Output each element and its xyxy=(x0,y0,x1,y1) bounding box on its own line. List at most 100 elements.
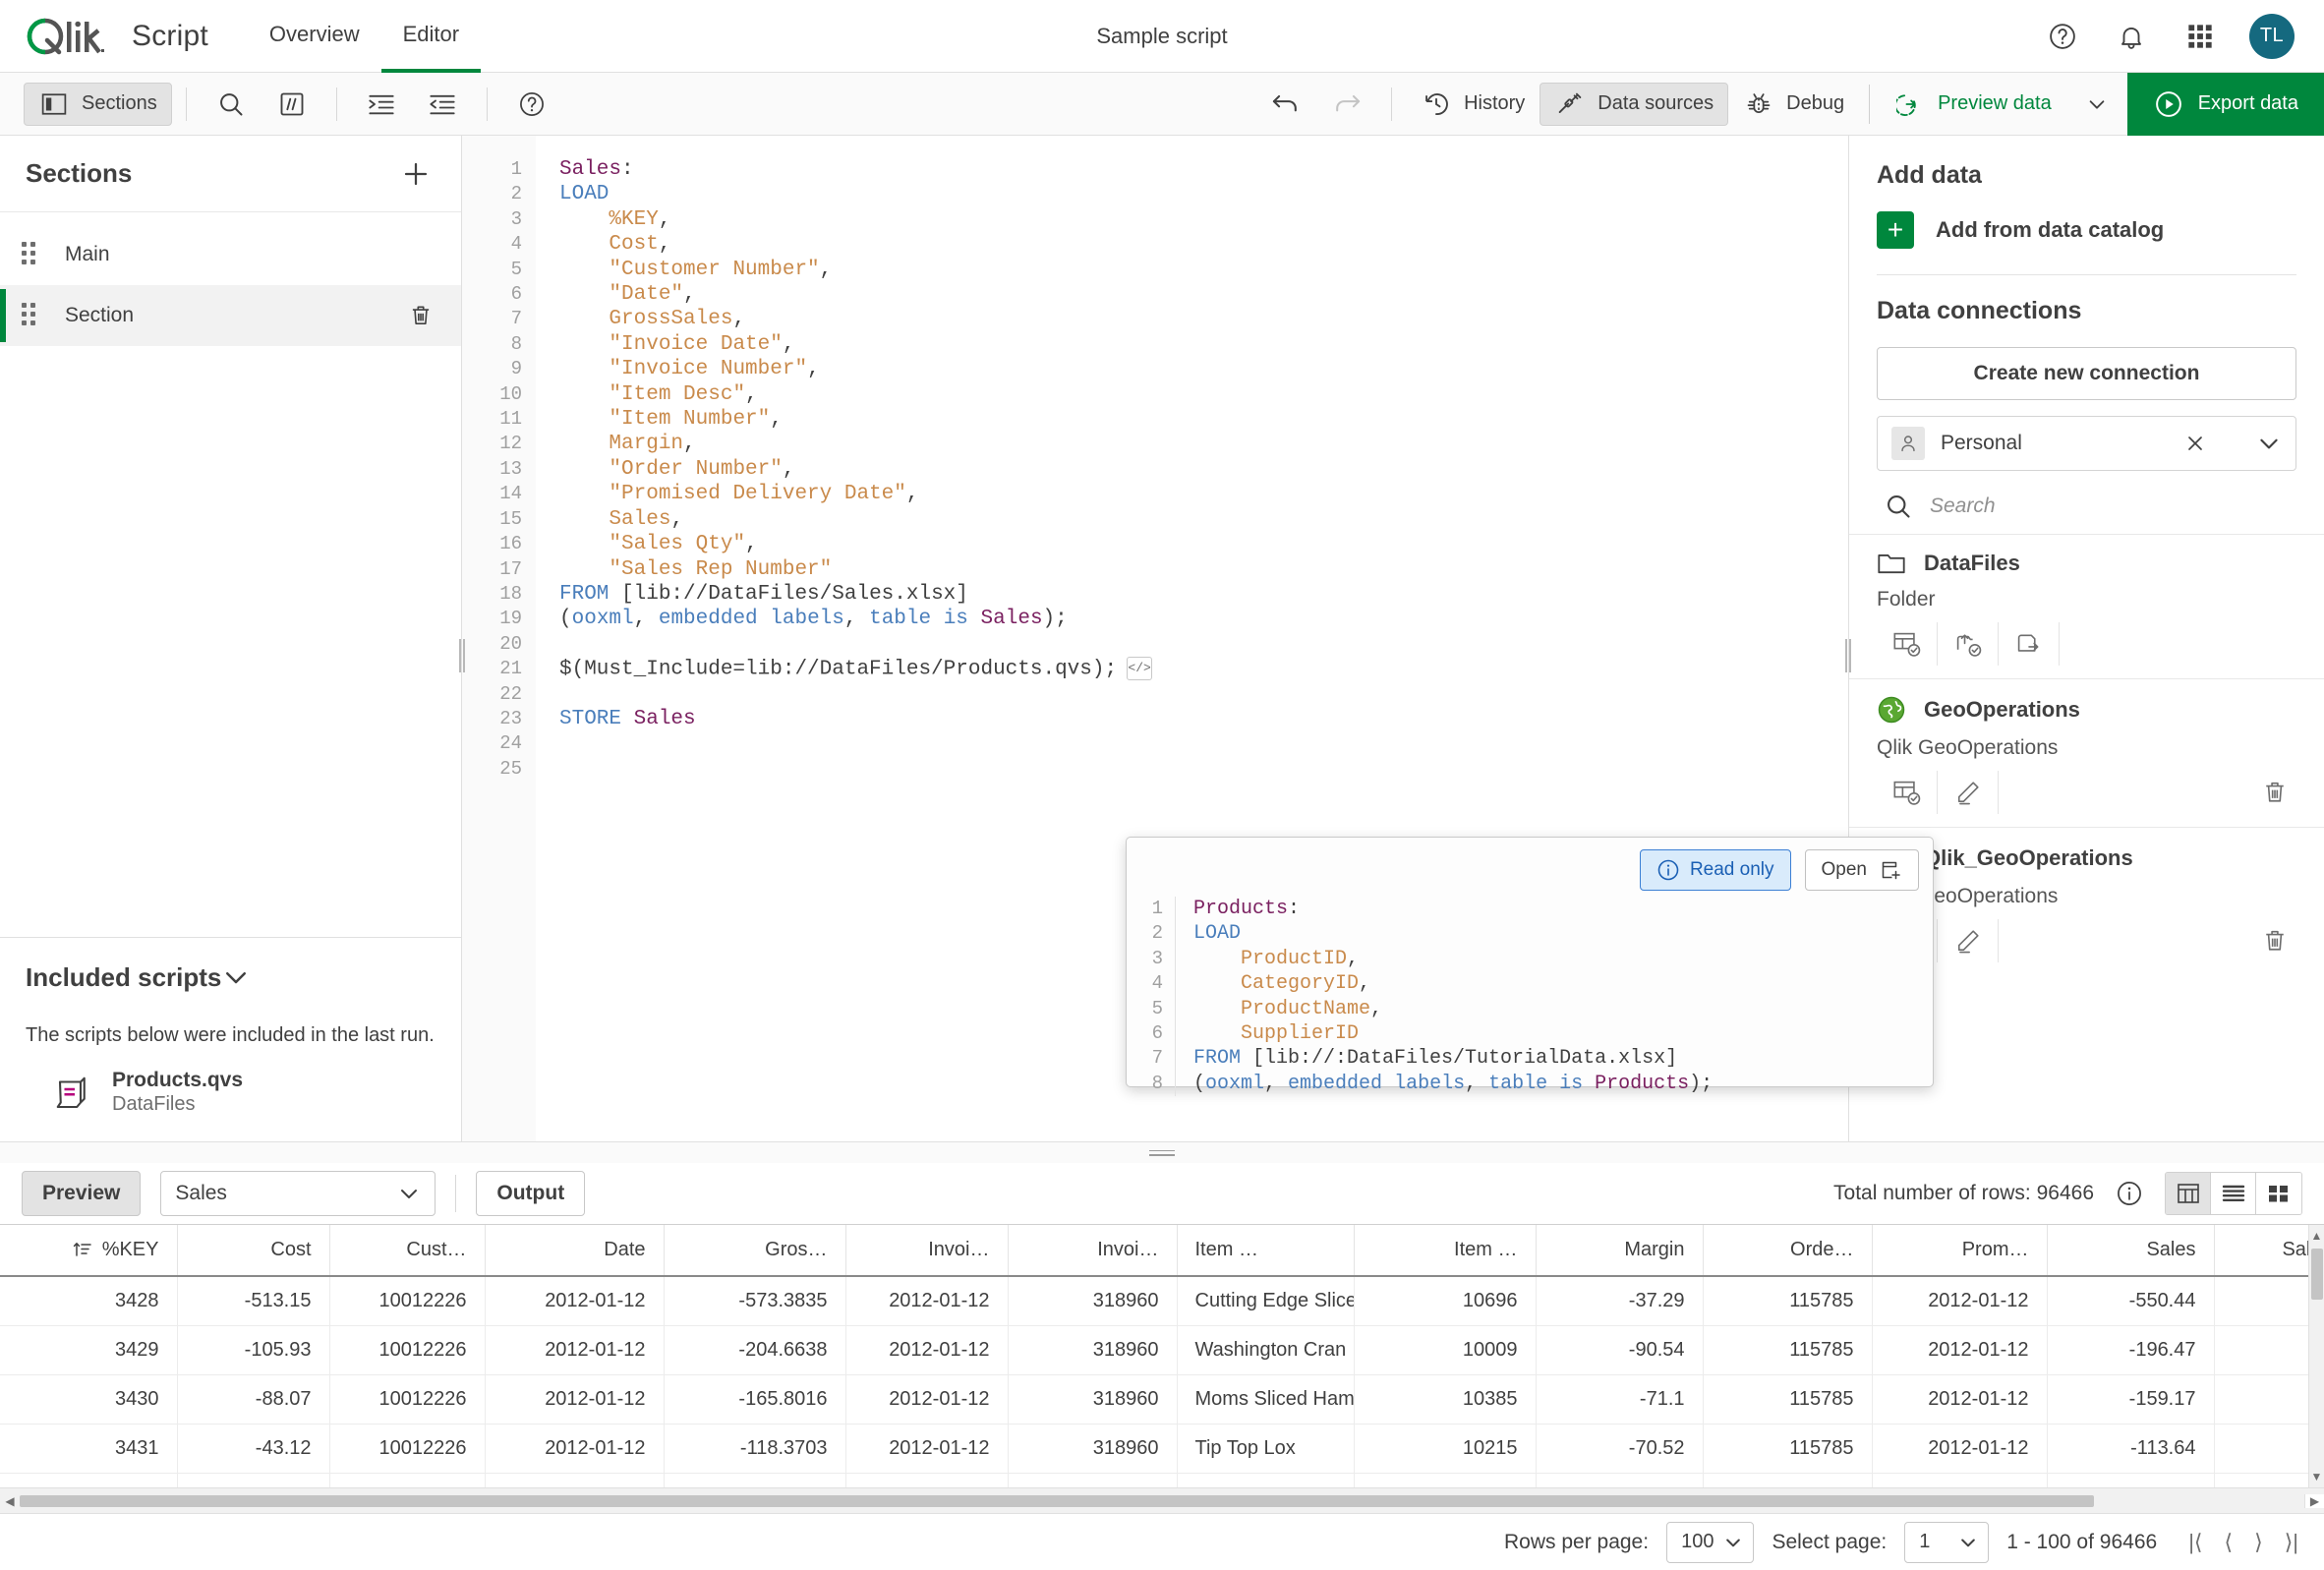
help-icon[interactable] xyxy=(2043,17,2082,56)
included-scripts-header[interactable]: Included scripts xyxy=(0,938,461,1017)
column-header[interactable]: Gros… xyxy=(664,1225,846,1277)
space-selector[interactable]: Personal xyxy=(1877,416,2296,471)
edit-icon[interactable] xyxy=(1938,771,1999,814)
connection-search[interactable] xyxy=(1877,493,2296,520)
table-row[interactable]: 3432-37.98100122262012-01-12-102.3319201… xyxy=(0,1473,2324,1487)
script-data-icon[interactable] xyxy=(1999,622,2060,666)
column-header[interactable]: Sales xyxy=(2047,1225,2215,1277)
drag-handle-icon[interactable] xyxy=(22,242,43,267)
search-input[interactable] xyxy=(1930,494,2296,518)
column-header[interactable]: Cust… xyxy=(329,1225,486,1277)
delete-section-icon[interactable] xyxy=(406,301,436,330)
sort-ascending-icon[interactable] xyxy=(73,1239,92,1261)
data-sources-icon xyxy=(1554,88,1586,120)
table-row[interactable]: 3431 -43.12 10012226 2012-01-12 -118.3703 201… xyxy=(0,1424,2324,1474)
sections-toggle-button[interactable]: Sections xyxy=(24,82,172,126)
qlik-logo[interactable] xyxy=(26,17,104,56)
connection-item[interactable]: DataFiles Folder xyxy=(1849,534,2324,678)
select-data-icon[interactable] xyxy=(1877,622,1938,666)
sidebar-item-main[interactable]: Main xyxy=(0,224,461,285)
nav-editor[interactable]: Editor xyxy=(380,0,482,73)
column-header[interactable]: Invoi… xyxy=(1008,1225,1178,1277)
export-data-button[interactable]: Export data xyxy=(2126,72,2324,136)
nav-overview[interactable]: Overview xyxy=(248,0,381,73)
column-header[interactable]: %KEY xyxy=(0,1225,178,1277)
scroll-down-icon[interactable]: ▼ xyxy=(2309,1470,2324,1483)
preview-data-button[interactable]: Preview data xyxy=(1880,83,2066,126)
edit-icon[interactable] xyxy=(1938,919,1999,962)
first-page-icon[interactable]: |⟨ xyxy=(2188,1530,2202,1555)
column-header[interactable]: Prom… xyxy=(1872,1225,2048,1277)
scroll-left-icon[interactable]: ◀ xyxy=(0,1494,20,1508)
left-splitter[interactable] xyxy=(459,638,465,672)
next-page-icon[interactable]: ⟩ xyxy=(2254,1530,2263,1555)
connection-name: DataFiles xyxy=(1924,551,2020,575)
undo-button[interactable] xyxy=(1255,83,1316,126)
connection-item[interactable]: GeoOperations Qlik GeoOperations xyxy=(1849,678,2324,827)
horizontal-scroll-thumb[interactable] xyxy=(20,1494,2094,1507)
chevron-down-icon[interactable] xyxy=(2256,431,2282,456)
prev-page-icon[interactable]: ⟨ xyxy=(2225,1530,2234,1555)
table-row[interactable]: 3430 -88.07 10012226 2012-01-12 -165.8016 201… xyxy=(0,1374,2324,1425)
column-header[interactable]: Cost xyxy=(177,1225,330,1277)
scroll-up-icon[interactable]: ▲ xyxy=(2309,1229,2324,1243)
included-script-item[interactable]: Products.qvs DataFiles xyxy=(26,1069,436,1116)
preview-table-select[interactable]: Sales xyxy=(160,1171,436,1216)
chevron-down-icon[interactable] xyxy=(221,962,251,992)
column-header[interactable]: Orde… xyxy=(1703,1225,1873,1277)
preview-data-dropdown[interactable] xyxy=(2066,83,2127,126)
info-icon[interactable] xyxy=(2110,1174,2149,1213)
redo-button[interactable] xyxy=(1316,83,1377,126)
column-header[interactable]: Margin xyxy=(1536,1225,1704,1277)
upload-data-icon[interactable] xyxy=(1938,622,1999,666)
clear-space-icon[interactable] xyxy=(2183,432,2207,455)
create-new-connection-button[interactable]: Create new connection xyxy=(1877,347,2296,400)
grid-view-icon[interactable] xyxy=(2256,1173,2301,1214)
inline-code-badge[interactable]: </> xyxy=(1127,657,1153,681)
history-button[interactable]: History xyxy=(1406,83,1540,126)
output-tab[interactable]: Output xyxy=(476,1171,586,1216)
preview-splitter[interactable] xyxy=(0,1141,2324,1163)
select-page-select[interactable]: 1 xyxy=(1904,1521,1990,1563)
column-header[interactable]: Item … xyxy=(1354,1225,1537,1277)
delete-connection-icon[interactable] xyxy=(2253,779,2296,806)
list-view-icon[interactable] xyxy=(2211,1173,2256,1214)
app-grid-icon[interactable] xyxy=(2180,17,2220,56)
column-header[interactable]: Date xyxy=(485,1225,665,1277)
debug-button[interactable]: Debug xyxy=(1728,83,1859,126)
scroll-right-icon[interactable]: ▶ xyxy=(2304,1493,2324,1508)
table-row[interactable]: 3429 -105.93 10012226 2012-01-12 -204.6638 20… xyxy=(0,1325,2324,1375)
comment-button[interactable] xyxy=(261,83,322,126)
sidebar-item-section[interactable]: Section xyxy=(0,285,461,346)
avatar[interactable]: TL xyxy=(2249,13,2295,59)
table-view-icon[interactable] xyxy=(2166,1173,2211,1214)
indent-button[interactable] xyxy=(351,83,412,126)
outdent-button[interactable] xyxy=(412,83,473,126)
search-button[interactable] xyxy=(201,83,261,126)
table-cell: 10012226 xyxy=(329,1276,486,1326)
editor-help-button[interactable] xyxy=(501,83,562,126)
open-script-button[interactable]: Open xyxy=(1804,849,1919,891)
column-header[interactable]: Item … xyxy=(1177,1225,1355,1277)
popup-code-content: Products: LOAD ProductID, CategoryID, Pro… xyxy=(1193,898,1714,1095)
right-splitter[interactable] xyxy=(1845,638,1851,672)
chevron-down-icon xyxy=(397,1182,421,1205)
add-from-catalog-button[interactable]: + Add from data catalog xyxy=(1877,211,2296,249)
vertical-scroll-thumb[interactable] xyxy=(2311,1249,2323,1300)
drag-handle-icon[interactable] xyxy=(22,303,43,328)
table-cell: 2012-01-12 xyxy=(485,1325,665,1375)
table-row[interactable]: 3428 -513.15 10012226 2012-01-12 -573.3835 20… xyxy=(0,1276,2324,1326)
table-horizontal-scrollbar[interactable]: ◀ ▶ xyxy=(0,1487,2324,1513)
delete-connection-icon[interactable] xyxy=(2253,927,2296,955)
notifications-icon[interactable] xyxy=(2112,17,2151,56)
column-header[interactable]: Invoi… xyxy=(845,1225,1009,1277)
add-section-button[interactable] xyxy=(396,154,436,194)
data-sources-button[interactable]: Data sources xyxy=(1540,82,1729,126)
rows-per-page-select[interactable]: 100 xyxy=(1666,1521,1755,1563)
included-scripts-note: The scripts below were included in the l… xyxy=(26,1024,435,1046)
table-vertical-scrollbar[interactable]: ▲ ▼ xyxy=(2308,1225,2324,1487)
select-data-icon[interactable] xyxy=(1877,771,1938,814)
preview-tab[interactable]: Preview xyxy=(22,1171,142,1216)
last-page-icon[interactable]: ⟩| xyxy=(2285,1530,2298,1555)
table-cell: 115785 xyxy=(1703,1374,1873,1425)
